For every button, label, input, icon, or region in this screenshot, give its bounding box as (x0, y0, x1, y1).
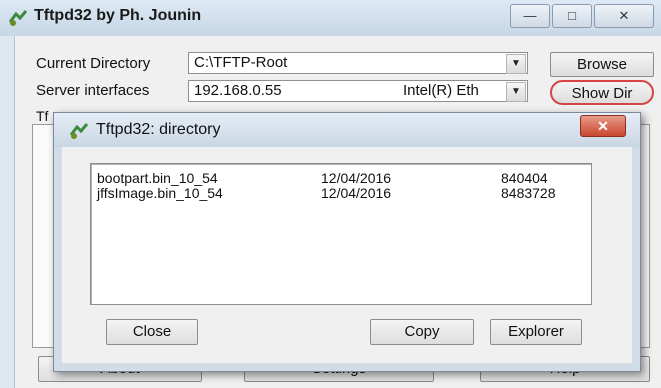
server-interface-name: Intel(R) Eth (403, 82, 479, 99)
current-directory-label: Current Directory (36, 55, 151, 72)
current-directory-combo[interactable]: C:\TFTP-Root ▼ (188, 52, 528, 74)
file-date: 12/04/2016 (321, 170, 392, 186)
browse-button[interactable]: Browse (550, 52, 654, 77)
directory-dialog: Tftpd32: directory ✕ bootpart.bin_10_54 … (53, 112, 641, 372)
close-icon[interactable]: ✕ (580, 115, 626, 137)
close-button[interactable]: Close (106, 319, 198, 345)
file-name: jffsImage.bin_10_54 (97, 185, 223, 201)
app-icon (69, 123, 89, 139)
close-window-button[interactable]: ✕ (594, 4, 654, 28)
chevron-down-icon[interactable]: ▼ (506, 54, 526, 74)
current-directory-value: C:\TFTP-Root (194, 54, 288, 71)
server-interfaces-label: Server interfaces (36, 82, 150, 99)
file-date: 12/04/2016 (321, 185, 392, 201)
app-icon (8, 10, 28, 26)
server-interface-ip: 192.168.0.55 (194, 82, 282, 99)
chevron-down-icon[interactable]: ▼ (506, 82, 526, 102)
dialog-body: bootpart.bin_10_54 12/04/2016 840404 jff… (62, 147, 632, 363)
list-item[interactable]: jffsImage.bin_10_54 12/04/2016 8483728 (97, 185, 577, 201)
file-listbox[interactable]: bootpart.bin_10_54 12/04/2016 840404 jff… (90, 163, 592, 305)
server-interface-combo[interactable]: 192.168.0.55 Intel(R) Eth ▼ (188, 80, 528, 102)
tab-partial[interactable]: Tf (36, 108, 48, 124)
dialog-title: Tftpd32: directory (96, 121, 221, 138)
window-title: Tftpd32 by Ph. Jounin (34, 7, 202, 24)
show-dir-button[interactable]: Show Dir (550, 80, 654, 105)
file-name: bootpart.bin_10_54 (97, 170, 218, 186)
minimize-button[interactable]: — (510, 4, 550, 28)
file-size: 8483728 (501, 185, 556, 201)
title-bar[interactable]: Tftpd32 by Ph. Jounin — □ ✕ (0, 0, 661, 36)
list-item[interactable]: bootpart.bin_10_54 12/04/2016 840404 (97, 170, 577, 186)
copy-button[interactable]: Copy (370, 319, 474, 345)
file-size: 840404 (501, 170, 548, 186)
dialog-title-bar[interactable]: Tftpd32: directory ✕ (54, 113, 640, 147)
maximize-button[interactable]: □ (552, 4, 592, 28)
explorer-button[interactable]: Explorer (490, 319, 582, 345)
